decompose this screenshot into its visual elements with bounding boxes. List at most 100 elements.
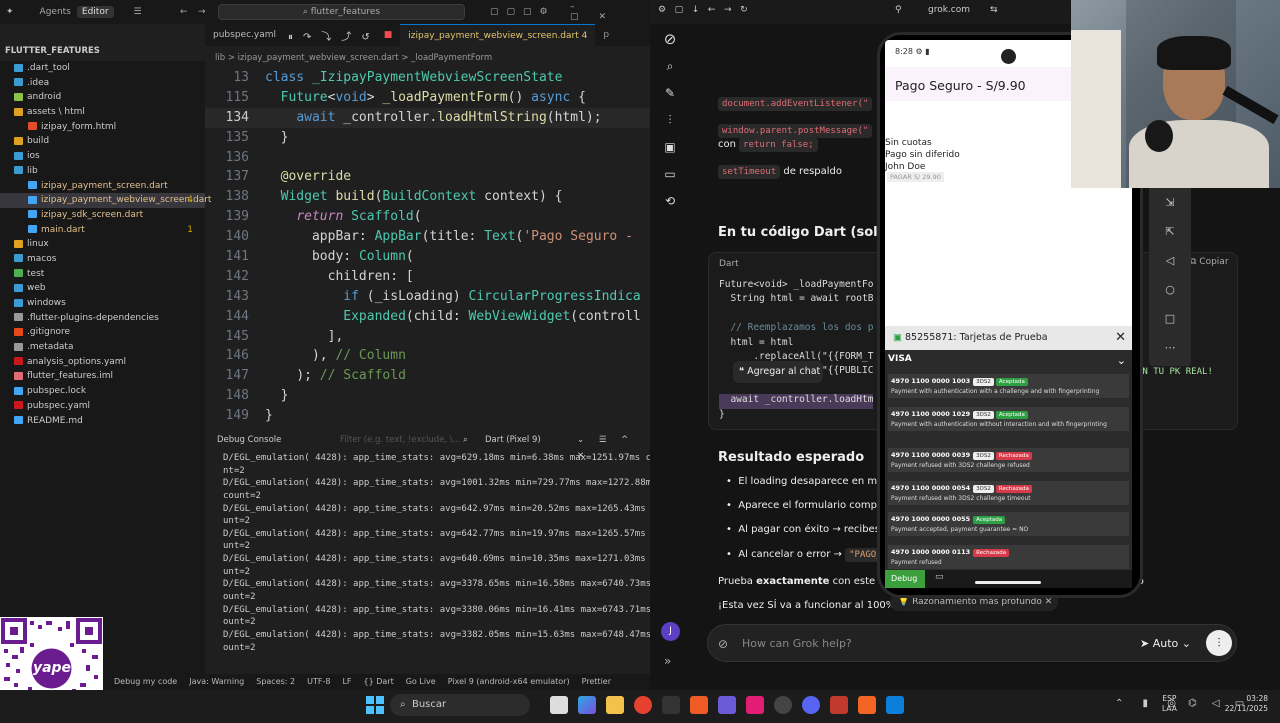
code-line[interactable]: 137 @override	[205, 167, 650, 187]
tree-item[interactable]: izipay_payment_screen.dart	[0, 179, 205, 194]
status-item[interactable]: Pixel 9 (android-x64 emulator)	[448, 674, 570, 690]
code-line[interactable]: 134 await _controller.loadHtmlString(htm…	[205, 107, 650, 128]
code-line[interactable]: 146 ), // Column	[205, 346, 650, 366]
image-icon[interactable]: ▣	[650, 134, 690, 161]
code-line[interactable]: 135 }	[205, 128, 650, 148]
explorer-icon[interactable]	[606, 696, 624, 714]
test-card[interactable]: 4970 1100 0000 0039 3DS2 Rechazada Payment …	[888, 448, 1129, 472]
code-line[interactable]: 147 ); // Scaffold	[205, 366, 650, 386]
settings-icon[interactable]: ⇆	[990, 5, 998, 15]
test-card[interactable]: 4970 1100 0000 0054 3DS2 Rechazada Payment …	[888, 481, 1129, 505]
status-item[interactable]: Java: Warning	[189, 674, 244, 690]
window-controls[interactable]: –▢✕	[570, 2, 650, 22]
stop-icon[interactable]: ■	[384, 30, 393, 40]
browser-icons[interactable]: ⚙ ▢ ↓ ← → ↻	[658, 5, 748, 15]
code-line[interactable]: 145 ],	[205, 327, 650, 347]
home-icon[interactable]: ○	[1149, 275, 1191, 304]
tree-item[interactable]: macos	[0, 252, 205, 267]
test-card[interactable]: 4970 1000 0000 0113 Rechazada Payment refu…	[888, 545, 1129, 569]
tree-item[interactable]: .flutter-plugins-dependencies	[0, 311, 205, 326]
start-icon[interactable]	[366, 696, 384, 714]
expand-icon[interactable]: »	[664, 654, 671, 668]
tree-item[interactable]: analysis_options.yaml	[0, 355, 205, 370]
code-line[interactable]: 141 body: Column(	[205, 247, 650, 267]
edit-icon[interactable]: ✎	[650, 80, 690, 107]
copilot-icon[interactable]	[578, 696, 596, 714]
status-item[interactable]: Go Live	[406, 674, 436, 690]
test-card[interactable]: 4970 1100 0000 1003 3DS2 Aceptada Payment w…	[888, 374, 1129, 398]
copy-button[interactable]: ⧉ Copiar	[1190, 257, 1229, 267]
voice-mode-icon[interactable]: ⫶	[1206, 630, 1232, 656]
forward-arrow-icon[interactable]: →	[198, 7, 206, 17]
back-icon[interactable]: ◁	[1149, 246, 1191, 275]
code-line[interactable]: 136	[205, 148, 650, 168]
terminal-icon[interactable]	[662, 696, 680, 714]
folder-icon[interactable]: ▭	[650, 161, 690, 188]
tree-item[interactable]: .gitignore	[0, 325, 205, 340]
more-icon[interactable]: ⋯	[1149, 333, 1191, 362]
close-icon[interactable]: ✕	[1115, 326, 1126, 350]
code-line[interactable]: 140 appBar: AppBar(title: Text('Pago Seg…	[205, 227, 650, 247]
history-icon[interactable]: ⟲	[650, 188, 690, 215]
agents-tab[interactable]: Agents	[34, 7, 77, 17]
code-line[interactable]: 144 Expanded(child: WebViewWidget(contro…	[205, 307, 650, 327]
editor-tab[interactable]: Editor	[76, 6, 114, 18]
test-card[interactable]: 4970 1100 0000 1029 3DS2 Aceptada Payment w…	[888, 407, 1129, 431]
status-item[interactable]: {} Dart	[364, 674, 394, 690]
console-filter-input[interactable]: Filter (e.g. text, !exclude, \...	[340, 432, 461, 448]
code-line[interactable]: 149}	[205, 406, 650, 426]
status-item[interactable]: UTF-8	[307, 674, 330, 690]
postman-icon[interactable]	[858, 696, 876, 714]
menu-icon[interactable]: ☰	[128, 7, 148, 17]
debug-console-tab[interactable]: Debug Console	[217, 435, 281, 445]
mode-select[interactable]: ➤ Auto ⌄	[1140, 637, 1191, 650]
tree-item[interactable]: web	[0, 281, 205, 296]
test-card[interactable]: 4970 1000 0000 0055 Aceptada Payment accep…	[888, 512, 1129, 536]
code-line[interactable]: 139 return Scaffold(	[205, 207, 650, 227]
status-item[interactable]: Debug my code	[114, 674, 177, 690]
code-line[interactable]: 142 children: [	[205, 267, 650, 287]
chevron-down-icon[interactable]: ⌄	[1117, 354, 1126, 367]
tree-item[interactable]: lib	[0, 164, 205, 179]
status-item[interactable]: LF	[342, 674, 351, 690]
tab-webview-screen[interactable]: izipay_payment_webview_screen.dart 4	[400, 24, 596, 46]
layout-icons[interactable]: ▢▢▢⚙	[490, 7, 556, 17]
tree-item[interactable]: android	[0, 90, 205, 105]
tree-item[interactable]: README.md	[0, 414, 205, 429]
tree-item[interactable]: test	[0, 267, 205, 282]
task-view-icon[interactable]	[550, 696, 568, 714]
grok-logo-icon[interactable]: ⊘	[650, 26, 690, 53]
app-icon[interactable]	[830, 696, 848, 714]
language-indicator[interactable]: ESP LAA	[1162, 694, 1177, 714]
tree-item[interactable]: izipay_payment_webview_screen.dart 4	[0, 193, 211, 208]
code-line[interactable]: 143 if (_isLoading) CircularProgressIndi…	[205, 287, 650, 307]
search-icon[interactable]: ⌕	[650, 53, 690, 80]
pay-button[interactable]: PAGAR S/ 29.90	[887, 172, 944, 182]
rotate-icon[interactable]: ⇱	[1149, 217, 1191, 246]
debug-toolbar[interactable]: ⏸↷⤵⤴↺	[284, 28, 384, 43]
tree-item[interactable]: .idea	[0, 76, 205, 91]
tree-item[interactable]: .metadata	[0, 340, 205, 355]
code-line[interactable]: 115 Future<void> _loadPaymentForm() asyn…	[205, 88, 650, 108]
code-line[interactable]: 13 class _IzipayPaymentWebviewScreenState	[205, 68, 650, 88]
brave-icon[interactable]	[690, 696, 708, 714]
search-icon[interactable]: ⌕	[463, 432, 468, 448]
add-to-chat-button[interactable]: ❝ Agregar al chat	[733, 361, 823, 383]
tree-item[interactable]: ios	[0, 149, 205, 164]
avatar[interactable]: J	[661, 622, 680, 641]
tree-item[interactable]: izipay_form.html	[0, 120, 205, 135]
taskbar-search[interactable]: ⌕ Buscar	[390, 694, 530, 716]
status-item[interactable]: Prettier	[582, 674, 611, 690]
chat-input[interactable]: ⊘ How can Grok help? ➤ Auto ⌄ ⫶	[707, 624, 1237, 662]
clock[interactable]: 03:28 22/11/2025	[1222, 694, 1268, 714]
breadcrumb[interactable]: lib > izipay_payment_webview_screen.dart…	[205, 50, 650, 66]
tree-item[interactable]: main.dart 1	[0, 223, 205, 238]
discord-icon[interactable]	[802, 696, 820, 714]
app-icon[interactable]	[718, 696, 736, 714]
tree-item[interactable]: linux	[0, 237, 205, 252]
overview-icon[interactable]: □	[1149, 304, 1191, 333]
chrome-icon[interactable]	[634, 696, 652, 714]
code-line[interactable]: 148 }	[205, 386, 650, 406]
tree-item[interactable]: build	[0, 134, 205, 149]
status-item[interactable]: Spaces: 2	[256, 674, 295, 690]
